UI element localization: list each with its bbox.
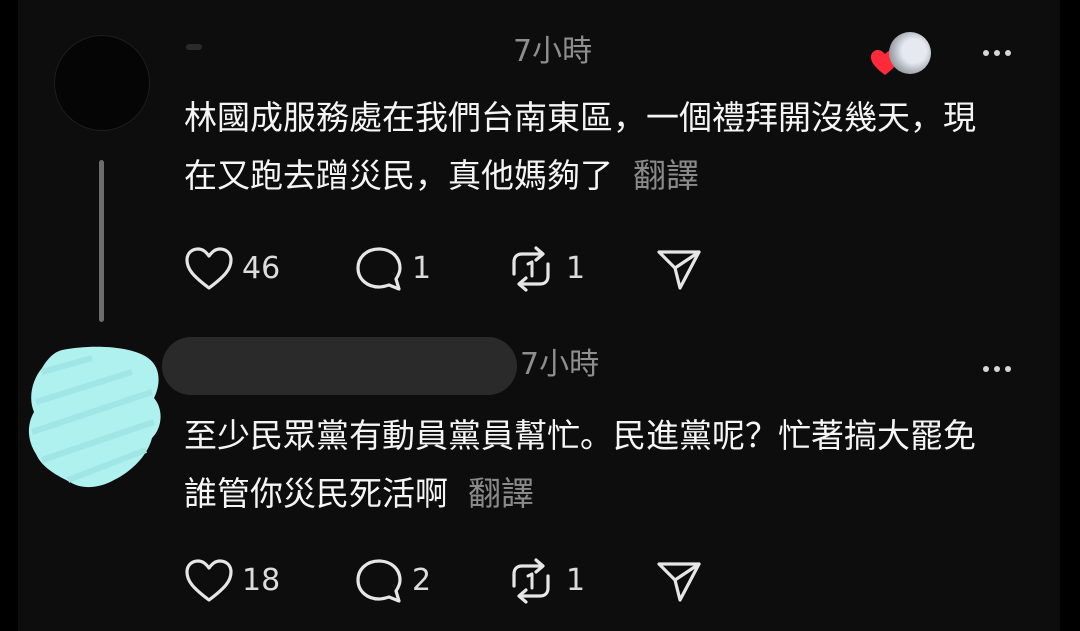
post-1-avatar[interactable] [54,35,150,131]
post-1-more-dots-icon[interactable] [983,50,1011,56]
post-2-reply-count: 2 [412,563,432,598]
post-2-repost-button[interactable]: 1 [504,556,585,606]
post-1-translate-link[interactable]: 翻譯 [633,156,699,195]
screen: 7小時 林國成服務處在我們台南東區，一個禮拜開沒幾天，現在又跑去蹭災民，真他媽夠… [0,0,1080,631]
repost-arrows-icon [512,558,550,604]
post-2-timestamp: 7小時 [520,347,600,382]
heart-icon [185,559,233,602]
post-1-like-button[interactable]: 46 [184,244,280,294]
post-1-repost-count: 1 [566,251,586,286]
post-1-text: 林國成服務處在我們台南東區，一個禮拜開沒幾天，現在又跑去蹭災民，真他媽夠了 [184,98,976,195]
post-2-translate-link[interactable]: 翻譯 [468,474,534,513]
post-1-body: 林國成服務處在我們台南東區，一個禮拜開沒幾天，現在又跑去蹭災民，真他媽夠了 翻譯 [184,89,1004,205]
thread-connector-line [99,160,104,322]
post-2-share-button[interactable] [654,556,704,606]
heart-icon [185,247,233,290]
post-2-more-dots-icon[interactable] [983,366,1011,372]
post-1-timestamp: 7小時 [513,34,593,69]
post-1-reply-count: 1 [412,251,432,286]
post-2-body: 至少民眾黨有動員黨員幫忙。民進黨呢？忙著搞大罷免誰管你災民死活啊 翻譯 [184,407,1004,523]
post-2-text: 至少民眾黨有動員黨員幫忙。民進黨呢？忙著搞大罷免誰管你災民死活啊 [184,416,976,513]
post-1-repost-button[interactable]: 1 [504,244,585,294]
comment-bubble-icon [356,559,402,603]
post-1-reply-button[interactable]: 1 [354,244,431,294]
post-2-reply-button[interactable]: 2 [354,556,431,606]
post-1-share-button[interactable] [654,244,704,294]
send-paper-plane-icon [657,250,701,290]
post-2-avatar-redacted[interactable] [22,342,167,494]
repost-arrows-icon [512,246,550,292]
liked-by-avatar[interactable] [889,32,931,74]
send-paper-plane-icon [657,562,701,602]
post-2-like-button[interactable]: 18 [184,556,280,606]
post-1-like-count: 46 [242,251,281,286]
post-2-username-redacted [162,337,517,395]
post-1-username-redacted [186,44,202,50]
post-2-repost-count: 1 [566,563,586,598]
comment-bubble-icon [356,247,402,291]
post-2-like-count: 18 [242,563,281,598]
